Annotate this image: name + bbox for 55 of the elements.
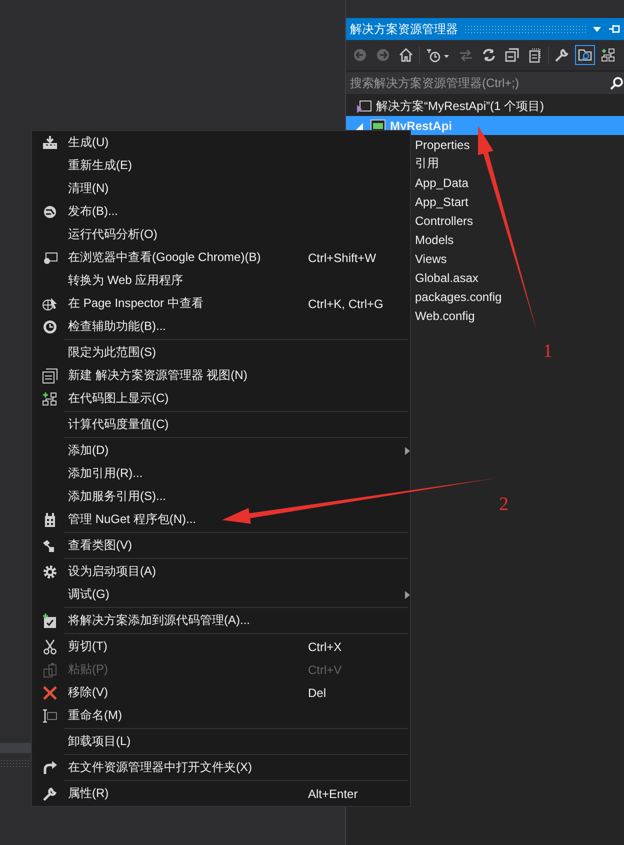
menu-item[interactable]: 运行代码分析(O) (32, 223, 410, 246)
submenu-arrow-icon (405, 446, 410, 454)
menu-item[interactable]: 检查辅助功能(B)... (32, 315, 410, 338)
menu-item[interactable]: 在文件资源管理器中打开文件夹(X) (32, 756, 410, 779)
menu-item[interactable]: 卸载项目(L) (32, 730, 410, 753)
window-list-icon (42, 368, 58, 384)
menu-item[interactable]: 添加引用(R)... (32, 462, 410, 485)
menu-item[interactable]: 在浏览器中查看(Google Chrome)(B) Ctrl+Shift+W (32, 246, 410, 269)
pin-icon[interactable] (608, 24, 620, 34)
delete-icon (42, 684, 58, 700)
clipboard-icon (42, 662, 58, 678)
annotation-number: 2 (499, 494, 508, 516)
redo-arrow-icon (42, 760, 58, 776)
wrench-icon (42, 786, 58, 802)
scissors-icon (42, 638, 58, 654)
dropdown-icon[interactable] (592, 25, 602, 33)
menu-item[interactable]: 清理(N) (32, 177, 410, 200)
menu-item[interactable]: 新建 解决方案资源管理器 视图(N) (32, 364, 410, 387)
menu-item[interactable]: 计算代码度量值(C) (32, 413, 410, 436)
menu-item[interactable]: 管理 NuGet 程序包(N)... (32, 508, 410, 531)
annotation-number: 1 (543, 341, 552, 363)
menu-item[interactable]: 将解决方案添加到源代码管理(A)... (32, 609, 410, 632)
menu-item[interactable]: 转换为 Web 应用程序 (32, 269, 410, 292)
panel-title: 解决方案资源管理器 (350, 20, 458, 38)
solution-icon (356, 100, 372, 114)
menu-item[interactable]: 在代码图上显示(C) (32, 387, 410, 410)
package-icon (42, 512, 58, 528)
globe-cursor-icon (42, 296, 58, 312)
menu-item[interactable]: 属性(R) Alt+Enter (32, 782, 410, 805)
menu-item[interactable]: 限定为此范围(S) (32, 341, 410, 364)
checklist-add-icon (42, 612, 58, 628)
menu-item[interactable]: 添加(D) (32, 439, 410, 462)
submenu-arrow-icon (405, 590, 410, 598)
menu-item[interactable]: 移除(V) Del (32, 681, 410, 704)
rename-icon (42, 708, 58, 724)
globe-icon (42, 204, 58, 220)
tree-item[interactable]: 解决方案“MyRestApi”(1 个项目) (346, 97, 624, 116)
menu-item[interactable]: 设为启动项目(A) (32, 560, 410, 583)
menu-item[interactable]: 重新生成(E) (32, 154, 410, 177)
menu-item[interactable]: 剪切(T) Ctrl+X (32, 635, 410, 658)
menu-item[interactable]: 添加服务引用(S)... (32, 485, 410, 508)
preview-folder-button[interactable] (575, 45, 595, 65)
search-icon[interactable] (610, 76, 624, 90)
browser-window-icon (42, 250, 58, 266)
menu-item[interactable]: 查看类图(V) (32, 534, 410, 557)
menu-item[interactable]: 重命名(M) (32, 704, 410, 727)
search-field[interactable]: 搜索解决方案资源管理器(Ctrl+;) (346, 72, 624, 94)
title-grip[interactable] (464, 25, 586, 33)
build-icon (42, 134, 58, 150)
menu-item[interactable]: 发布(B)... (32, 200, 410, 223)
clock-icon (42, 318, 58, 334)
settings-icon (42, 564, 58, 580)
menu-item[interactable]: 调试(G) (32, 583, 410, 606)
menu-item[interactable]: 在 Page Inspector 中查看 Ctrl+K, Ctrl+G (32, 292, 410, 315)
node-graph-icon (42, 390, 58, 406)
